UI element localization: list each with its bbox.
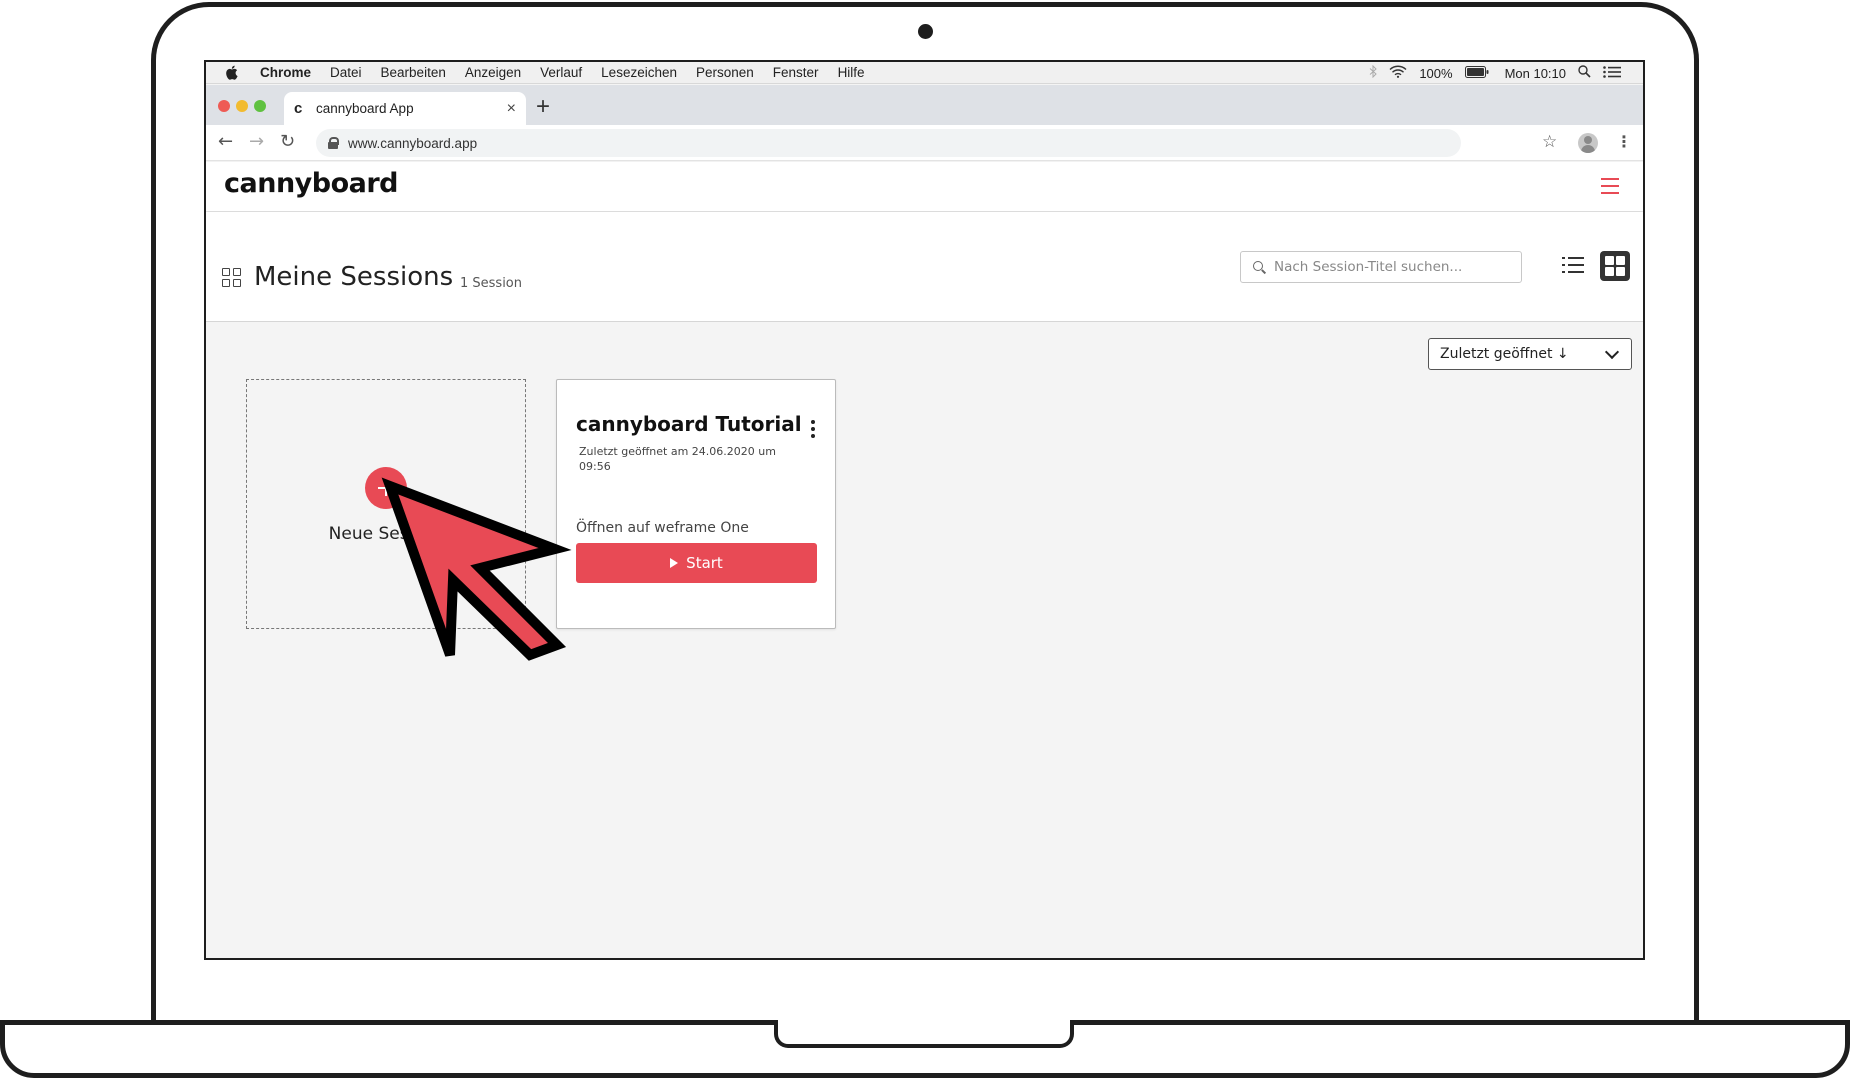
star-icon[interactable]: ☆ xyxy=(1542,132,1557,152)
camera-dot xyxy=(918,24,933,39)
browser-toolbar: ← → ↻ www.cannyboard.app ☆ ⋮ xyxy=(206,125,1643,161)
new-session-card[interactable]: Neue Session xyxy=(246,379,526,629)
page-title: Meine Sessions xyxy=(254,262,454,292)
lock-icon[interactable] xyxy=(328,137,339,149)
menu-verlauf[interactable]: Verlauf xyxy=(540,65,582,80)
forward-icon[interactable]: → xyxy=(249,131,264,152)
menubar-clock[interactable]: Mon 10:10 xyxy=(1505,66,1566,81)
spotlight-icon[interactable] xyxy=(1578,65,1591,81)
search-icon xyxy=(1253,260,1266,274)
tab-title: cannyboard App xyxy=(316,101,414,116)
open-on-label: Öffnen auf weframe One xyxy=(576,520,749,536)
tab-close-icon[interactable]: × xyxy=(507,100,516,118)
chevron-down-icon xyxy=(1604,344,1620,359)
menu-bearbeiten[interactable]: Bearbeiten xyxy=(381,65,446,80)
sort-label: Zuletzt geöffnet ↓ xyxy=(1440,346,1569,362)
window-zoom-button[interactable] xyxy=(254,100,266,112)
control-center-icon[interactable] xyxy=(1603,65,1621,81)
menu-chrome[interactable]: Chrome xyxy=(260,65,311,80)
start-button[interactable]: Start xyxy=(576,543,817,583)
menu-personen[interactable]: Personen xyxy=(696,65,754,80)
grid-icon xyxy=(222,268,242,288)
plus-icon[interactable] xyxy=(365,467,407,509)
window-minimize-button[interactable] xyxy=(236,100,248,112)
search-box[interactable] xyxy=(1240,251,1522,283)
sort-dropdown[interactable]: Zuletzt geöffnet ↓ xyxy=(1428,338,1632,370)
laptop-notch xyxy=(774,1020,1074,1048)
grid-view-icon[interactable] xyxy=(1600,251,1630,281)
address-bar[interactable]: www.cannyboard.app xyxy=(316,129,1461,157)
tab-favicon-icon: c xyxy=(294,100,303,117)
status-area: 100% Mon 10:10 xyxy=(1369,62,1621,84)
sessions-titlebar: Meine Sessions 1 Session xyxy=(206,212,1643,322)
window-close-button[interactable] xyxy=(218,100,230,112)
profile-icon[interactable] xyxy=(1578,133,1598,153)
menu-anzeigen[interactable]: Anzeigen xyxy=(465,65,521,80)
menu-hilfe[interactable]: Hilfe xyxy=(838,65,865,80)
more-icon[interactable] xyxy=(811,420,815,441)
session-last-opened: Zuletzt geöffnet am 24.06.2020 um 09:56 xyxy=(579,445,776,473)
session-card[interactable]: cannyboard Tutorial Zuletzt geöffnet am … xyxy=(556,379,836,629)
browser-tab[interactable]: c cannyboard App × xyxy=(284,92,526,125)
start-button-label: Start xyxy=(686,554,723,572)
wifi-icon[interactable] xyxy=(1389,65,1407,81)
session-title: cannyboard Tutorial xyxy=(576,412,802,436)
new-tab-button[interactable]: + xyxy=(536,93,550,121)
hamburger-icon[interactable] xyxy=(1601,178,1619,194)
play-icon xyxy=(670,558,679,568)
kebab-icon[interactable]: ⋮ xyxy=(1616,132,1632,151)
battery-icon[interactable] xyxy=(1464,65,1489,81)
menu-fenster[interactable]: Fenster xyxy=(773,65,819,80)
browser-tabstrip: c cannyboard App × + xyxy=(206,85,1643,125)
macos-menubar: Chrome Datei Bearbeiten Anzeigen Verlauf… xyxy=(206,62,1643,84)
battery-percent: 100% xyxy=(1419,65,1453,81)
apple-icon[interactable] xyxy=(224,65,238,80)
url-text[interactable]: www.cannyboard.app xyxy=(348,136,477,151)
list-view-icon[interactable] xyxy=(1562,256,1584,274)
menu-lesezeichen[interactable]: Lesezeichen xyxy=(601,65,677,80)
search-input[interactable] xyxy=(1274,259,1514,275)
app-header: cannyboard xyxy=(206,162,1643,211)
app-logo[interactable]: cannyboard xyxy=(224,168,399,199)
bluetooth-icon[interactable] xyxy=(1369,64,1378,81)
back-icon[interactable]: ← xyxy=(218,131,233,152)
menu-datei[interactable]: Datei xyxy=(330,65,362,80)
screen: Chrome Datei Bearbeiten Anzeigen Verlauf… xyxy=(204,60,1645,960)
reload-icon[interactable]: ↻ xyxy=(280,131,295,152)
new-session-label: Neue Session xyxy=(328,524,444,544)
session-count: 1 Session xyxy=(460,276,523,291)
